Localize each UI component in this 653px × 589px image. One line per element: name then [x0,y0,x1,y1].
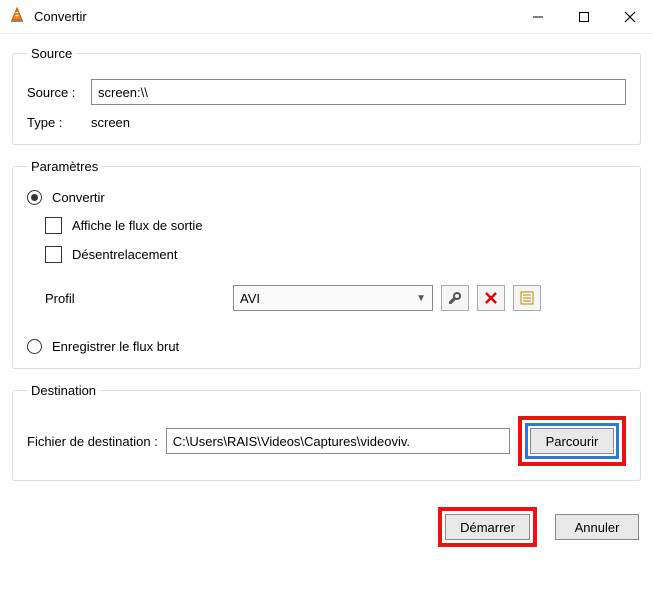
close-button[interactable] [607,0,653,34]
start-button[interactable]: Démarrer [445,514,530,540]
wrench-icon [447,290,463,306]
chevron-down-icon: ▼ [416,293,426,304]
maximize-button[interactable] [561,0,607,34]
show-output-checkbox[interactable]: Affiche le flux de sortie [45,217,626,234]
radio-selected-icon [27,190,42,205]
params-group: Paramètres Convertir Affiche le flux de … [12,159,641,369]
profile-select[interactable]: AVI ▼ [233,285,433,311]
window-title: Convertir [34,9,515,24]
delete-profile-button[interactable] [477,285,505,311]
highlight-red: Parcourir [518,416,626,466]
highlight-blue: Parcourir [525,423,619,459]
record-radio[interactable]: Enregistrer le flux brut [27,339,626,354]
app-icon [8,6,26,27]
source-input[interactable] [91,79,626,105]
record-radio-label: Enregistrer le flux brut [52,339,179,354]
checkbox-unchecked-icon [45,246,62,263]
radio-unselected-icon [27,339,42,354]
type-value: screen [91,115,130,130]
convert-radio[interactable]: Convertir [27,190,626,205]
convert-radio-label: Convertir [52,190,105,205]
titlebar: Convertir [0,0,653,34]
type-label: Type : [27,115,91,130]
cancel-button[interactable]: Annuler [555,514,639,540]
destination-group: Destination Fichier de destination : Par… [12,383,641,481]
browse-button[interactable]: Parcourir [530,428,614,454]
edit-profile-button[interactable] [441,285,469,311]
x-icon [484,291,498,305]
dest-file-label: Fichier de destination : [27,434,158,449]
source-label: Source : [27,85,91,100]
minimize-button[interactable] [515,0,561,34]
destination-legend: Destination [27,383,100,398]
source-legend: Source [27,46,76,61]
dest-file-input[interactable] [166,428,510,454]
deinterlace-checkbox[interactable]: Désentrelacement [45,246,626,263]
source-group: Source Source : Type : screen [12,46,641,145]
deinterlace-label: Désentrelacement [72,247,178,262]
params-legend: Paramètres [27,159,102,174]
list-icon [519,290,535,306]
highlight-red: Démarrer [438,507,537,547]
profile-value: AVI [240,291,260,306]
new-profile-button[interactable] [513,285,541,311]
profile-label: Profil [45,291,225,306]
checkbox-unchecked-icon [45,217,62,234]
show-output-label: Affiche le flux de sortie [72,218,203,233]
